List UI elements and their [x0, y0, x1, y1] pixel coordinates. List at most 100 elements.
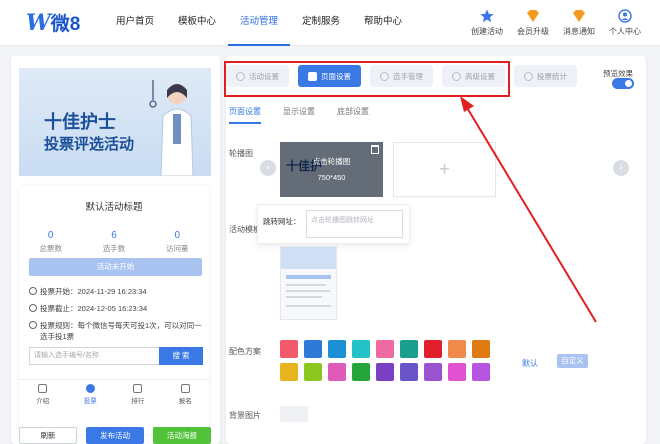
publish-activity-button[interactable]: 发布活动 [86, 427, 144, 444]
thumbnail-line [286, 305, 331, 307]
color-swatch[interactable] [304, 363, 322, 381]
preview-actions: 刷新 发布活动 活动海报 [19, 427, 211, 444]
background-image-label: 背景图片 [229, 411, 261, 420]
nav-item-help[interactable]: 帮助中心 [352, 0, 414, 46]
chart-icon [524, 71, 533, 81]
nav-item-custom-service[interactable]: 定制服务 [290, 0, 352, 46]
preview-tab-intro[interactable]: 介绍 [19, 384, 67, 405]
thumbnail-line [286, 296, 322, 298]
steps-highlight-box [224, 61, 510, 97]
info-row-start: 投票开始：2024-11-29 16:23:34 [29, 286, 204, 297]
nav-item-home[interactable]: 用户首页 [104, 0, 166, 46]
banner-title: 十佳护士 [44, 112, 116, 133]
stat-label: 访问量 [166, 244, 189, 253]
carousel-prev-arrow[interactable]: ‹ [260, 160, 276, 176]
preview-banner: 十佳护士 投票评选活动 [19, 68, 211, 176]
logo-mark: W [26, 9, 51, 36]
color-swatch[interactable] [448, 340, 466, 358]
vote-end-text: 投票截止：2024-12-05 16:23:34 [40, 304, 148, 313]
nav-item-activities[interactable]: 活动管理 [228, 0, 290, 46]
rank-icon [133, 384, 143, 393]
contestant-search: 请输入选手编号/名称 搜 索 [29, 347, 203, 365]
activity-info: 投票开始：2024-11-29 16:23:34 投票截止：2024-12-05… [29, 286, 204, 348]
subtab-display-settings[interactable]: 显示设置 [283, 106, 315, 124]
color-swatch[interactable] [424, 363, 442, 381]
tab-label: 排行 [131, 398, 145, 405]
activity-stats: 0 总票数 6 选手数 0 访问量 [19, 230, 209, 254]
color-swatch[interactable] [280, 363, 298, 381]
editor-panel: 活动设置 页面设置 选手管理 高级设置 投票统计 预览效果 页面设置 显示设置 … [224, 56, 646, 444]
background-image-picker[interactable] [280, 406, 308, 422]
star-icon [480, 9, 494, 22]
activity-poster-button[interactable]: 活动海报 [153, 427, 211, 444]
stat-number: 0 [47, 230, 54, 241]
preview-tab-signup[interactable]: 报名 [162, 384, 210, 405]
color-swatch[interactable] [472, 363, 490, 381]
color-swatch[interactable] [280, 340, 298, 358]
signup-icon [180, 384, 190, 393]
carousel-label: 轮播图 [229, 149, 253, 158]
create-activity-button[interactable]: 创建活动 [464, 9, 510, 37]
default-color-link[interactable]: 默认 [522, 358, 538, 369]
user-icon [618, 9, 632, 23]
color-swatch[interactable] [304, 340, 322, 358]
subtab-footer-settings[interactable]: 底部设置 [337, 106, 369, 124]
preview-tabbar: 介绍 投票 排行 报名 [19, 379, 209, 405]
tab-label: 介绍 [36, 398, 50, 405]
vip-upgrade-label: 会员升级 [517, 27, 549, 36]
nav-item-templates[interactable]: 模板中心 [166, 0, 228, 46]
contestant-search-input[interactable]: 请输入选手编号/名称 [29, 347, 159, 365]
color-swatch[interactable] [352, 340, 370, 358]
link-label: 跳转网址： [263, 217, 301, 226]
step-vote-statistics[interactable]: 投票统计 [514, 65, 577, 87]
color-swatch[interactable] [424, 340, 442, 358]
slide-size-text: 750*450 [317, 173, 346, 182]
contestant-search-button[interactable]: 搜 索 [159, 347, 203, 365]
color-swatch[interactable] [328, 340, 346, 358]
color-scheme-label: 配色方案 [229, 347, 261, 356]
stat-label: 选手数 [102, 244, 126, 253]
link-url-input[interactable]: 点击轮播图跳转网址 [306, 210, 403, 238]
preview-tab-vote[interactable]: 投票 [67, 384, 115, 405]
notifications-button[interactable]: 消息通知 [556, 9, 602, 37]
vip-upgrade-button[interactable]: 会员升级 [510, 9, 556, 37]
activity-card: 默认活动标题 0 总票数 6 选手数 0 访问量 活动未开始 投票开始：2024… [19, 186, 209, 434]
color-swatch[interactable] [376, 363, 394, 381]
color-swatch[interactable] [400, 363, 418, 381]
carousel-slide[interactable]: 十佳护 点击轮播图 750*450 [280, 142, 383, 197]
vote-rules-text: 投票规则：每个微信号每天可投1次，可以对同一选手投1票 [40, 321, 202, 341]
trash-icon[interactable] [371, 145, 379, 154]
refresh-button[interactable]: 刷新 [19, 427, 77, 444]
color-swatch[interactable] [376, 340, 394, 358]
mobile-preview: 十佳护士 投票评选活动 默认活动标题 0 总票数 6 选手数 0 访问量 活动未… [11, 56, 220, 444]
slide-overlay [280, 142, 383, 197]
stat-label: 总票数 [39, 244, 62, 253]
tab-label: 投票 [83, 398, 97, 405]
clock-icon [29, 287, 37, 295]
settings-subtabs: 页面设置 显示设置 底部设置 [229, 106, 391, 124]
color-swatch[interactable] [352, 363, 370, 381]
profile-button[interactable]: 个人中心 [602, 9, 648, 37]
color-swatch[interactable] [448, 363, 466, 381]
template-thumbnail[interactable] [280, 246, 337, 320]
stat-visits: 0 访问量 [146, 230, 209, 254]
preview-toggle[interactable] [612, 78, 634, 89]
preview-tab-rank[interactable]: 排行 [114, 384, 162, 405]
thumbnail-banner [281, 247, 336, 269]
add-slide-button[interactable]: + [393, 142, 496, 197]
brand-logo[interactable]: W 微8 [26, 9, 80, 36]
create-activity-label: 创建活动 [471, 27, 503, 36]
subtab-page-settings[interactable]: 页面设置 [229, 106, 261, 124]
color-swatch[interactable] [400, 340, 418, 358]
link-popover: 跳转网址： 点击轮播图跳转网址 [257, 204, 410, 244]
vip-icon [527, 10, 539, 22]
color-swatches [280, 340, 506, 381]
activity-status-button[interactable]: 活动未开始 [29, 258, 202, 276]
logo-text: 微8 [50, 14, 81, 35]
nurse-illustration [149, 80, 194, 176]
color-swatch[interactable] [328, 363, 346, 381]
custom-color-button[interactable]: 自定义 [557, 354, 588, 368]
carousel-next-arrow[interactable]: › [613, 160, 629, 176]
clock-icon [29, 304, 37, 312]
color-swatch[interactable] [472, 340, 490, 358]
